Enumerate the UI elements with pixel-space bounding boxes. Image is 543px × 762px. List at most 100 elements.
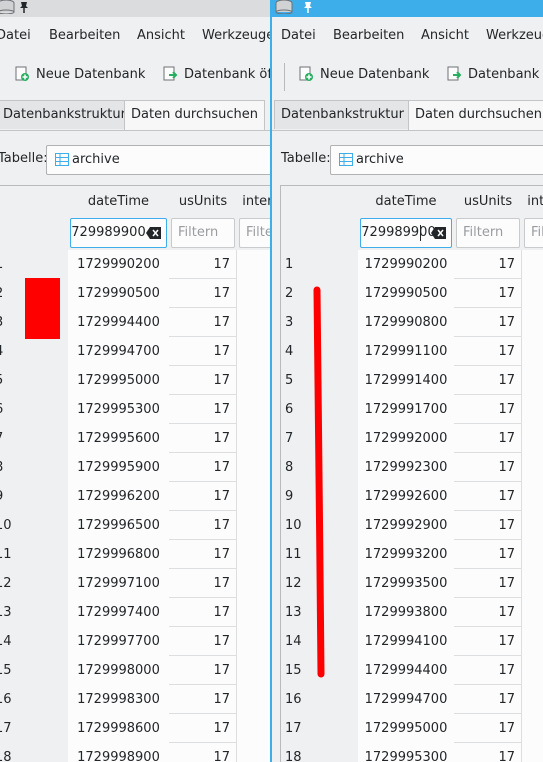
cell-datetime[interactable]: 1729992600 xyxy=(358,482,455,512)
cell-usunits[interactable]: 17 xyxy=(169,511,237,540)
cell-datetime[interactable]: 1729998600 xyxy=(68,714,170,744)
cell-usunits[interactable]: 17 xyxy=(454,569,522,598)
cell-interval[interactable] xyxy=(522,685,543,715)
cell-interval[interactable] xyxy=(237,627,270,657)
cell-usunits[interactable]: 17 xyxy=(169,453,237,482)
cell-usunits[interactable]: 17 xyxy=(169,279,237,308)
filter-input-interval[interactable]: Filtern xyxy=(524,218,543,248)
cell-interval[interactable] xyxy=(522,424,543,454)
cell-datetime[interactable]: 1729994700 xyxy=(68,337,170,367)
cell-datetime[interactable]: 1729996500 xyxy=(68,511,170,541)
row-header[interactable]: 4 xyxy=(0,337,68,367)
menu-ansicht[interactable]: Ansicht xyxy=(137,28,185,43)
cell-datetime[interactable]: 1729995600 xyxy=(68,424,170,454)
cell-interval[interactable] xyxy=(522,308,543,338)
tab-browse-data[interactable]: Daten durchsuchen xyxy=(124,100,266,131)
cell-interval[interactable] xyxy=(522,453,543,483)
row-header[interactable]: 1 xyxy=(281,250,358,280)
menu-werkzeuge[interactable]: Werkzeuge xyxy=(202,28,270,43)
cell-interval[interactable] xyxy=(237,250,270,280)
cell-datetime[interactable]: 1729998300 xyxy=(68,685,170,715)
cell-datetime[interactable]: 1729996800 xyxy=(68,540,170,570)
cell-datetime[interactable]: 1729990500 xyxy=(68,279,170,309)
cell-interval[interactable] xyxy=(237,308,270,338)
cell-datetime[interactable]: 1729994700 xyxy=(358,685,455,715)
row-header[interactable]: 16 xyxy=(0,685,68,715)
menu-datei[interactable]: Datei xyxy=(0,28,31,43)
cell-datetime[interactable]: 1729997100 xyxy=(68,569,170,599)
cell-datetime[interactable]: 1729995000 xyxy=(358,714,455,744)
column-header-interval[interactable]: interval xyxy=(237,186,270,219)
cell-usunits[interactable]: 17 xyxy=(454,366,522,395)
cell-datetime[interactable]: 1729993500 xyxy=(358,569,455,599)
cell-usunits[interactable]: 17 xyxy=(169,482,237,511)
row-header[interactable]: 13 xyxy=(0,598,68,628)
cell-interval[interactable] xyxy=(522,366,543,396)
cell-interval[interactable] xyxy=(237,540,270,570)
cell-interval[interactable] xyxy=(237,482,270,512)
cell-datetime[interactable]: 1729990500 xyxy=(358,279,455,309)
menu-ansicht[interactable]: Ansicht xyxy=(421,28,469,43)
row-header[interactable]: 16 xyxy=(281,685,358,715)
cell-usunits[interactable]: 17 xyxy=(454,250,522,279)
titlebar[interactable] xyxy=(0,0,270,17)
cell-datetime[interactable]: 1729992000 xyxy=(358,424,455,454)
row-header[interactable]: 9 xyxy=(0,482,68,512)
row-header[interactable]: 15 xyxy=(0,656,68,686)
cell-interval[interactable] xyxy=(522,598,543,628)
cell-usunits[interactable]: 17 xyxy=(169,598,237,627)
menu-datei[interactable]: Datei xyxy=(281,28,316,43)
titlebar[interactable] xyxy=(272,0,543,17)
cell-datetime[interactable]: 1729998900 xyxy=(68,743,170,762)
cell-datetime[interactable]: 1729998000 xyxy=(68,656,170,686)
pin-icon[interactable] xyxy=(302,1,314,13)
row-header[interactable]: 18 xyxy=(0,743,68,762)
cell-usunits[interactable]: 17 xyxy=(169,424,237,453)
row-header[interactable]: 7 xyxy=(0,424,68,454)
cell-datetime[interactable]: 1729992900 xyxy=(358,511,455,541)
cell-datetime[interactable]: 1729997400 xyxy=(68,598,170,628)
cell-usunits[interactable]: 17 xyxy=(454,714,522,743)
cell-interval[interactable] xyxy=(522,627,543,657)
cell-interval[interactable] xyxy=(522,569,543,599)
new-database-button[interactable]: Neue Datenbank xyxy=(14,66,145,82)
cell-interval[interactable] xyxy=(237,656,270,686)
cell-interval[interactable] xyxy=(237,743,270,762)
row-header[interactable]: 5 xyxy=(0,366,68,396)
tab-database-structure[interactable]: Datenbankstruktur xyxy=(0,100,133,129)
filter-input-datetime[interactable]: 1729989900 xyxy=(360,218,452,248)
cell-usunits[interactable]: 17 xyxy=(169,685,237,714)
clear-filter-icon[interactable] xyxy=(146,226,162,240)
row-header[interactable]: 14 xyxy=(0,627,68,657)
cell-interval[interactable] xyxy=(237,395,270,425)
cell-datetime[interactable]: 1729991400 xyxy=(358,366,455,396)
menu-bearbeiten[interactable]: Bearbeiten xyxy=(49,28,120,43)
cell-interval[interactable] xyxy=(522,395,543,425)
row-header[interactable]: 6 xyxy=(0,395,68,425)
cell-usunits[interactable]: 17 xyxy=(169,337,237,366)
cell-interval[interactable] xyxy=(237,366,270,396)
cell-usunits[interactable]: 17 xyxy=(454,511,522,540)
cell-usunits[interactable]: 17 xyxy=(169,743,237,762)
tab-database-structure[interactable]: Datenbankstruktur xyxy=(274,100,411,129)
cell-interval[interactable] xyxy=(522,482,543,512)
cell-datetime[interactable]: 1729994100 xyxy=(358,627,455,657)
cell-datetime[interactable]: 1729990800 xyxy=(358,308,455,338)
filter-input-datetime[interactable]: 1729989900 xyxy=(70,218,167,248)
new-database-button[interactable]: Neue Datenbank xyxy=(298,66,429,82)
cell-interval[interactable] xyxy=(522,337,543,367)
cell-usunits[interactable]: 17 xyxy=(454,453,522,482)
cell-datetime[interactable]: 1729993800 xyxy=(358,598,455,628)
cell-datetime[interactable]: 1729996200 xyxy=(68,482,170,512)
cell-usunits[interactable]: 17 xyxy=(169,395,237,424)
cell-interval[interactable] xyxy=(237,279,270,309)
pin-icon[interactable] xyxy=(18,1,30,13)
cell-interval[interactable] xyxy=(522,511,543,541)
cell-usunits[interactable]: 17 xyxy=(169,250,237,279)
cell-interval[interactable] xyxy=(237,569,270,599)
row-header[interactable]: 8 xyxy=(0,453,68,483)
cell-datetime[interactable]: 1729991100 xyxy=(358,337,455,367)
cell-usunits[interactable]: 17 xyxy=(454,656,522,685)
open-database-button[interactable]: Datenbank öffnen xyxy=(446,66,543,82)
column-header-datetime[interactable]: dateTime xyxy=(358,186,455,219)
